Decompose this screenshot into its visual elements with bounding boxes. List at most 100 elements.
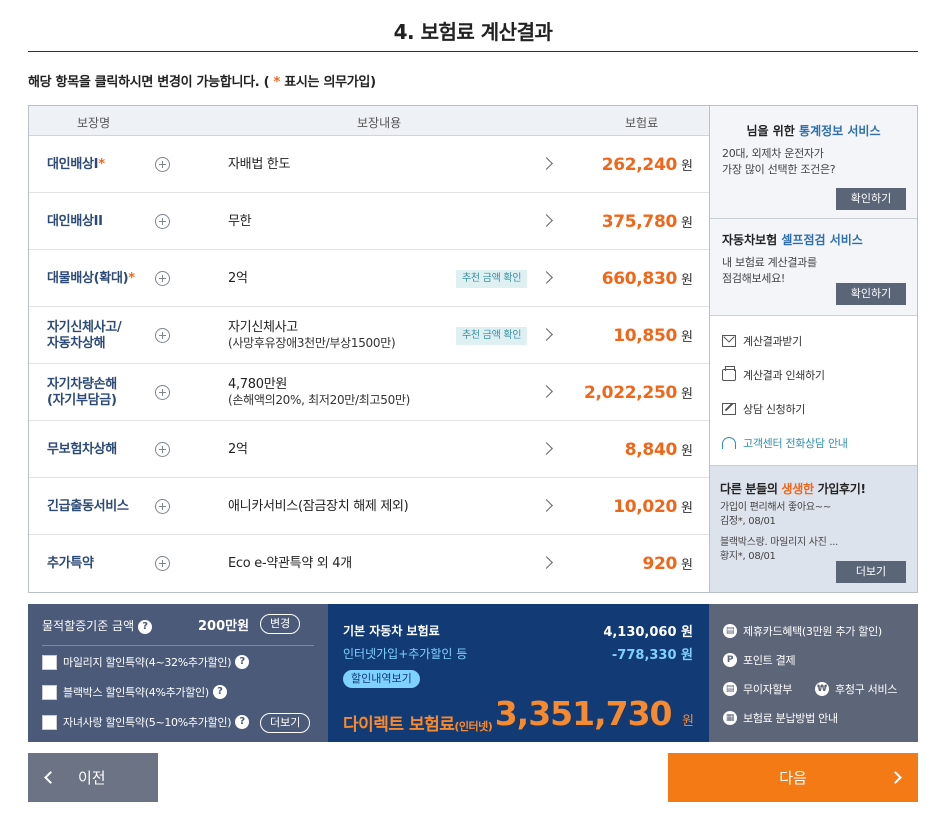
side-panel: 님을 위한 통계정보 서비스 20대, 외제차 운전자가 가장 많이 선택한 조건… <box>709 105 918 593</box>
plus-circle-icon[interactable] <box>155 499 170 514</box>
self-check-confirm-button[interactable]: 확인하기 <box>836 283 906 305</box>
plus-circle-icon[interactable] <box>155 214 170 229</box>
coverage-table: 보장명 보장내용 보험료 대인배상I* 자배법 한도 262,240 원대인배상II 무… <box>28 105 709 593</box>
reviews-more-button[interactable]: 더보기 <box>836 561 906 583</box>
checkbox-icon[interactable] <box>42 654 57 670</box>
installment-guide-link[interactable]: ▦ 보험료 분납방법 안내 <box>723 710 838 726</box>
action-links: 계산결과받기 계산결과 인쇄하기 상담 신청하기 고객센터 전화상담 안내 <box>710 316 917 466</box>
help-icon[interactable]: ? <box>138 619 153 634</box>
table-row[interactable]: 대인배상I* 자배법 한도 262,240 원 <box>29 136 709 193</box>
child-discount-checkbox[interactable]: 자녀사랑 할인특약(5~10%추가할인)? <box>42 714 250 730</box>
table-row[interactable]: 자기신체사고/자동차상해 자기신체사고 (사망후유장애3천만/부상1500만) 추천 … <box>29 307 709 364</box>
coverage-premium: 920 원 <box>642 553 693 574</box>
chevron-right-icon[interactable] <box>540 385 553 398</box>
headset-icon <box>722 437 736 449</box>
chevron-right-icon[interactable] <box>540 328 553 341</box>
table-row[interactable]: 대물배상(확대)* 2억 추천 금액 확인 660,830 원 <box>29 250 709 307</box>
calendar-icon: ▦ <box>723 711 737 725</box>
coverage-name[interactable]: 무보험차상해 <box>47 421 117 478</box>
receive-result-link[interactable]: 계산결과받기 <box>722 333 802 349</box>
plus-circle-icon[interactable] <box>155 442 170 457</box>
coverage-content[interactable]: 애니카서비스(잠금장치 해제 제외) <box>228 478 409 535</box>
coverage-content[interactable]: 자배법 한도 <box>228 136 290 193</box>
recommend-amount-button[interactable]: 추천 금액 확인 <box>456 270 528 288</box>
stats-service-box: 님을 위한 통계정보 서비스 20대, 외제차 운전자가 가장 많이 선택한 조건… <box>710 106 917 219</box>
table-row[interactable]: 대인배상II 무한 375,780 원 <box>29 193 709 250</box>
partner-card-link[interactable]: ▤ 제휴카드혜택(3만원 추가 할인) <box>723 623 882 639</box>
header-premium: 보험료 <box>625 116 659 130</box>
help-icon[interactable]: ? <box>235 655 250 669</box>
help-icon[interactable]: ? <box>212 685 227 699</box>
coverage-name[interactable]: 대물배상(확대)* <box>47 250 135 307</box>
table-row[interactable]: 자기차량손해 (자기부담금) 4,780만원 (손해액의20%, 최저20만/최고50… <box>29 364 709 421</box>
reviews-box: 다른 분들의 생생한 가입후기! 가입이 편리해서 좋아요~~ 김정*, 08/0… <box>710 466 917 592</box>
chevron-left-icon <box>44 771 57 784</box>
chevron-right-icon[interactable] <box>540 271 553 284</box>
table-row[interactable]: 긴급출동서비스 애니카서비스(잠금장치 해제 제외) 10,020 원 <box>29 478 709 535</box>
chevron-right-icon[interactable] <box>540 157 553 170</box>
blackbox-discount-checkbox[interactable]: 블랙박스 할인특약(4%추가할인)? <box>42 684 227 700</box>
coverage-name[interactable]: 추가특약 <box>47 535 94 592</box>
coverage-name[interactable]: 대인배상II <box>47 193 103 250</box>
table-row[interactable]: 무보험차상해 2억 8,840 원 <box>29 421 709 478</box>
direct-premium-label: 다이렉트 보험료(인터넷) <box>343 715 493 735</box>
table-row[interactable]: 추가특약 Eco e-약관특약 외 4개 920 원 <box>29 535 709 592</box>
coverage-premium: 2,022,250 원 <box>584 382 693 403</box>
divider <box>42 645 314 646</box>
coverage-content[interactable]: 2억 <box>228 421 248 478</box>
coverage-content[interactable]: 2억 <box>228 250 248 307</box>
next-button[interactable]: 다음 <box>668 753 918 802</box>
review-item[interactable]: 블랙박스랑. 마일리지 사진 ... 황지*, 08/01 <box>720 536 838 564</box>
discount-detail-button[interactable]: 할인내역보기 <box>343 670 420 688</box>
checkbox-icon[interactable] <box>42 714 57 730</box>
chevron-right-icon[interactable] <box>540 214 553 227</box>
plus-circle-icon[interactable] <box>155 328 170 343</box>
recommend-amount-button[interactable]: 추천 금액 확인 <box>456 327 528 345</box>
direct-premium-amount: 3,351,730 원 <box>494 694 694 733</box>
won-icon: ₩ <box>815 682 829 696</box>
discount-label: 인터넷가입+추가할인 등 <box>343 647 468 661</box>
change-button[interactable]: 변경 <box>260 614 301 634</box>
checkbox-icon[interactable] <box>42 684 57 700</box>
print-result-link[interactable]: 계산결과 인쇄하기 <box>722 366 825 383</box>
coverage-content[interactable]: 무한 <box>228 193 252 250</box>
coverage-content[interactable]: 자기신체사고 (사망후유장애3천만/부상1500만) <box>228 307 396 364</box>
coverage-content[interactable]: 4,780만원 (손해액의20%, 최저20만/최고50만) <box>228 364 410 421</box>
consult-request-link[interactable]: 상담 신청하기 <box>722 401 805 417</box>
plus-circle-icon[interactable] <box>155 157 170 172</box>
help-icon[interactable]: ? <box>235 715 250 729</box>
call-center-link[interactable]: 고객센터 전화상담 안내 <box>722 435 848 451</box>
card-icon: ▤ <box>723 624 737 638</box>
coverage-content[interactable]: Eco e-약관특약 외 4개 <box>228 535 352 592</box>
point-payment-link[interactable]: P 포인트 결제 <box>723 652 796 668</box>
options-more-button[interactable]: 더보기 <box>260 713 311 733</box>
coverage-premium: 262,240 원 <box>601 154 693 175</box>
deferred-billing-link[interactable]: ₩ 후청구 서비스 <box>815 681 897 697</box>
mileage-discount-checkbox[interactable]: 마일리지 할인특약(4~32%추가할인)? <box>42 654 250 670</box>
table-header: 보장명 보장내용 보험료 <box>29 106 709 136</box>
coverage-premium: 10,850 원 <box>613 325 693 346</box>
coverage-premium: 375,780 원 <box>601 211 693 232</box>
discount-amount: -778,330 원 <box>611 648 693 663</box>
premium-summary: 기본 자동차 보험료 4,130,060 원 인터넷가입+추가할인 등 -778… <box>328 604 709 742</box>
coverage-premium: 10,020 원 <box>613 496 693 517</box>
plus-circle-icon[interactable] <box>155 556 170 571</box>
stats-confirm-button[interactable]: 확인하기 <box>836 188 906 210</box>
plus-circle-icon[interactable] <box>155 385 170 400</box>
coverage-premium: 660,830 원 <box>601 268 693 289</box>
edit-icon <box>722 403 736 415</box>
coverage-name[interactable]: 긴급출동서비스 <box>47 478 129 535</box>
notice-text: 해당 항목을 클릭하시면 변경이 가능합니다. ( * 표시는 의무가입) <box>28 75 376 90</box>
print-icon <box>722 366 736 381</box>
chevron-right-icon[interactable] <box>540 556 553 569</box>
coverage-name[interactable]: 자기차량손해 (자기부담금) <box>47 364 117 421</box>
prev-button[interactable]: 이전 <box>28 753 158 802</box>
property-threshold-label: 물적할증기준 금액? <box>42 617 153 634</box>
chevron-right-icon[interactable] <box>540 499 553 512</box>
interest-free-link[interactable]: ▤ 무이자할부 <box>723 681 792 697</box>
chevron-right-icon[interactable] <box>540 442 553 455</box>
review-item[interactable]: 가입이 편리해서 좋아요~~ 김정*, 08/01 <box>720 501 831 529</box>
coverage-name[interactable]: 대인배상I* <box>47 136 105 193</box>
plus-circle-icon[interactable] <box>155 271 170 286</box>
coverage-name[interactable]: 자기신체사고/자동차상해 <box>47 307 122 364</box>
